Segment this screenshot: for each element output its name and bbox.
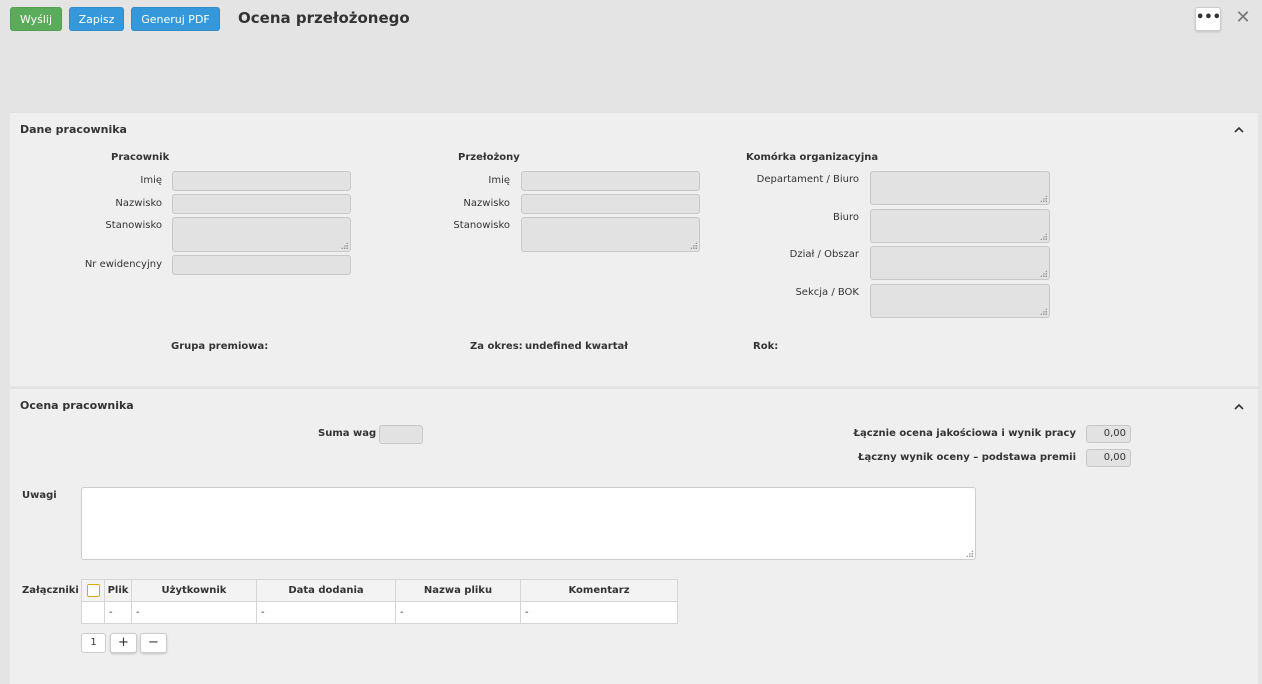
section-field[interactable] [870, 284, 1050, 318]
period-value: undefined kwartał [525, 341, 628, 352]
page-title: Ocena przełożonego [238, 9, 410, 27]
table-cell: - [395, 601, 521, 624]
resize-handle-icon[interactable] [1040, 270, 1047, 277]
column-header[interactable]: Komentarz [520, 579, 678, 602]
table-cell: - [256, 601, 396, 624]
year-label: Rok: [753, 341, 779, 352]
supervisor-position-label: Stanowisko [453, 220, 510, 231]
generate-pdf-button[interactable]: Generuj PDF [131, 7, 220, 31]
page-number: 1 [81, 633, 106, 653]
total-quality-value: 0,00 [1086, 425, 1131, 443]
period-label: Za okres: [470, 341, 523, 352]
evaluation-title: Ocena pracownika [20, 399, 134, 412]
weights-sum-label: Suma wag [318, 428, 377, 439]
supervisor-last-name-label: Nazwisko [463, 198, 510, 209]
column-header[interactable]: Plik [104, 579, 132, 602]
save-button[interactable]: Zapisz [69, 7, 124, 31]
attachments-label: Załączniki [22, 585, 79, 596]
notes-label: Uwagi [22, 490, 57, 501]
employee-data-title: Dane pracownika [20, 123, 127, 136]
more-options-button[interactable]: ••• [1195, 7, 1221, 31]
remove-row-button[interactable]: − [140, 633, 167, 653]
supervisor-first-name-field[interactable] [521, 171, 700, 191]
table-cell [81, 601, 105, 624]
supervisor-last-name-field[interactable] [521, 194, 700, 214]
column-header[interactable]: Nazwa pliku [395, 579, 521, 602]
select-all-checkbox[interactable] [86, 584, 100, 597]
employee-position-label: Stanowisko [105, 220, 162, 231]
employee-last-name-label: Nazwisko [115, 198, 162, 209]
total-result-value: 0,00 [1086, 449, 1131, 467]
chevron-up-icon[interactable] [1234, 125, 1244, 135]
chevron-up-icon[interactable] [1234, 402, 1244, 412]
table-row[interactable]: - - - - - [81, 601, 678, 624]
resize-handle-icon[interactable] [690, 242, 697, 249]
resize-handle-icon[interactable] [1040, 233, 1047, 240]
department-label: Departament / Biuro [756, 174, 859, 185]
total-quality-label: Łącznie ocena jakościowa i wynik pracy [853, 428, 1076, 439]
resize-handle-icon[interactable] [341, 242, 348, 249]
section-label: Sekcja / BOK [795, 287, 859, 298]
table-cell: - [131, 601, 257, 624]
employee-first-name-field[interactable] [172, 171, 351, 191]
employee-record-no-label: Nr ewidencyjny [84, 259, 162, 270]
resize-handle-icon[interactable] [966, 550, 973, 557]
employee-header: Pracownik [111, 152, 170, 163]
weights-sum-field[interactable] [379, 425, 423, 444]
table-cell: - [104, 601, 132, 624]
employee-first-name-label: Imię [140, 175, 162, 186]
notes-field[interactable] [81, 487, 976, 560]
column-header[interactable]: Data dodania [256, 579, 396, 602]
bonus-group-label: Grupa premiowa: [171, 341, 269, 352]
supervisor-first-name-label: Imię [488, 175, 510, 186]
close-icon[interactable]: ✕ [1235, 8, 1251, 28]
column-header[interactable]: Użytkownik [131, 579, 257, 602]
table-cell: - [520, 601, 678, 624]
division-label: Dział / Obszar [789, 249, 859, 260]
employee-last-name-field[interactable] [172, 194, 351, 214]
send-button[interactable]: Wyślij [10, 7, 62, 31]
resize-handle-icon[interactable] [1040, 308, 1047, 315]
resize-handle-icon[interactable] [1040, 195, 1047, 202]
division-field[interactable] [870, 246, 1050, 280]
office-field[interactable] [870, 209, 1050, 243]
employee-position-field[interactable] [172, 217, 351, 252]
supervisor-header: Przełożony [458, 152, 520, 163]
department-field[interactable] [870, 171, 1050, 205]
supervisor-position-field[interactable] [521, 217, 700, 252]
select-all-checkbox-cell[interactable] [81, 579, 105, 602]
add-row-button[interactable]: + [110, 633, 137, 653]
attachments-table: Plik Użytkownik Data dodania Nazwa pliku… [81, 579, 678, 624]
office-label: Biuro [833, 212, 859, 223]
total-result-label: Łączny wynik oceny – podstawa premii [858, 452, 1076, 463]
employee-record-no-field[interactable] [172, 255, 351, 275]
org-unit-header: Komórka organizacyjna [746, 152, 879, 163]
